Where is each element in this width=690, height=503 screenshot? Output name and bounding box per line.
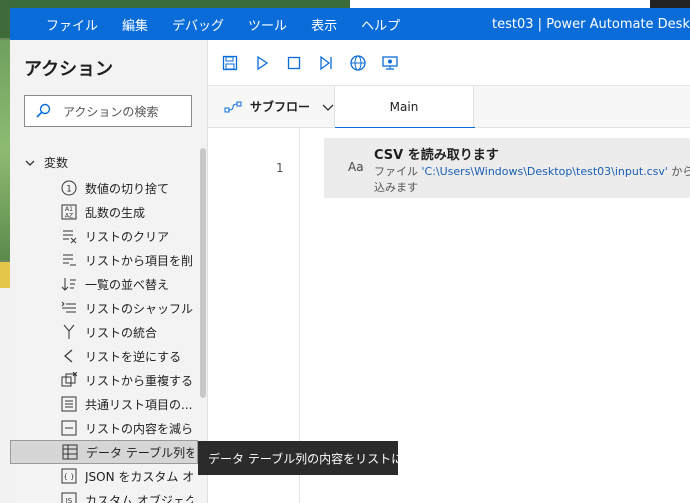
subflow-label: サブフロー: [250, 100, 311, 114]
flow-toolbar: [208, 40, 690, 86]
number-one-icon: 1: [60, 179, 78, 197]
web-recorder-button[interactable]: [348, 53, 368, 73]
subflow-icon: [224, 101, 242, 112]
menu-bar: ファイル 編集 デバッグ ツール 表示 ヘルプ: [46, 15, 424, 34]
step-icon: [320, 55, 332, 70]
action-description-line2: 込みます: [374, 181, 418, 194]
file-path: 'C:\Users\Windows\Desktop\test03\input.c…: [421, 165, 668, 178]
action-item-json-to-custom-object[interactable]: { } JSON をカスタム オ...: [10, 464, 198, 488]
menu-file[interactable]: ファイル: [46, 15, 98, 34]
action-item-clear-list[interactable]: リストのクリア: [10, 224, 198, 248]
json-icon: { }: [60, 467, 78, 485]
action-item-merge-lists[interactable]: リストの統合: [10, 320, 198, 344]
actions-scrollbar[interactable]: [200, 148, 206, 398]
menu-view[interactable]: 表示: [311, 15, 337, 34]
chevron-down-icon: [322, 104, 334, 111]
action-item-reverse-list[interactable]: リストを逆にする: [10, 344, 198, 368]
svg-text:AZ: AZ: [65, 213, 73, 220]
group-label: 変数: [44, 156, 69, 170]
action-item-custom-object[interactable]: JS カスタム オブジェクト...: [10, 488, 198, 503]
datatable-icon: [61, 443, 79, 461]
reverse-icon: [60, 347, 78, 365]
common-items-icon: [60, 395, 78, 413]
shuffle-icon: [60, 299, 78, 317]
merge-icon: [60, 323, 78, 341]
sort-icon: [60, 275, 78, 293]
save-icon: [222, 55, 238, 70]
duplicate-remove-icon: [60, 371, 78, 389]
run-button[interactable]: [252, 53, 272, 73]
list-subtract-icon: [60, 419, 78, 437]
menu-tools[interactable]: ツール: [248, 15, 287, 34]
play-icon: [257, 55, 269, 70]
search-icon: [36, 103, 51, 118]
window-title: test03 | Power Automate Desk: [492, 16, 690, 32]
action-description: ファイル 'C:\Users\Windows\Desktop\test03\in…: [374, 165, 690, 178]
svg-text:1: 1: [66, 185, 72, 195]
text-action-icon: Aa: [348, 160, 364, 174]
title-bar: ファイル 編集 デバッグ ツール 表示 ヘルプ test03 | Power A…: [10, 8, 690, 40]
action-card-read-csv[interactable]: Aa CSV を読み取ります ファイル 'C:\Users\Windows\De…: [324, 138, 690, 198]
desktop-background: [0, 0, 10, 503]
stop-button[interactable]: [284, 53, 304, 73]
action-item-random-number[interactable]: A1 AZ 乱数の生成: [10, 200, 198, 224]
action-item-remove-from-list[interactable]: リストから項目を削除: [10, 248, 198, 272]
random-icon: A1 AZ: [60, 203, 78, 221]
actions-panel: アクション アクションの検索 変数 1 数値の切り捨て A1 AZ 乱数の生成 リ…: [10, 40, 208, 503]
desktop-recorder-button[interactable]: [380, 53, 400, 73]
action-item-shuffle-list[interactable]: リストのシャッフル: [10, 296, 198, 320]
action-item-sort-list[interactable]: 一覧の並べ替え: [10, 272, 198, 296]
action-search-input[interactable]: アクションの検索: [24, 95, 192, 127]
tooltip: データ テーブル列の内容をリストに変換: [198, 441, 427, 475]
search-placeholder: アクションの検索: [63, 104, 159, 119]
menu-debug[interactable]: デバッグ: [172, 15, 224, 34]
action-item-subtract-lists[interactable]: リストの内容を減らす: [10, 416, 198, 440]
action-item-datatable-column-to-list[interactable]: データ テーブル列をリ...: [10, 440, 198, 464]
action-item-remove-duplicates[interactable]: リストから重複する...: [10, 368, 198, 392]
menu-edit[interactable]: 編集: [122, 15, 148, 34]
monitor-icon: [382, 55, 398, 70]
run-next-action-button[interactable]: [316, 53, 336, 73]
svg-text:JS: JS: [65, 497, 73, 503]
tab-bar: サブフロー Main: [208, 86, 690, 129]
menu-help[interactable]: ヘルプ: [361, 15, 400, 34]
group-variables[interactable]: 変数: [24, 154, 68, 171]
tab-main[interactable]: Main: [334, 86, 475, 129]
list-remove-icon: [60, 251, 78, 269]
action-title: CSV を読み取ります: [374, 148, 499, 163]
list-clear-icon: [60, 227, 78, 245]
tab-main-label: Main: [389, 100, 419, 114]
chevron-down-icon: [25, 160, 35, 166]
custom-object-icon: JS: [60, 491, 78, 503]
svg-text:{ }: { }: [63, 473, 74, 481]
line-number: 1: [276, 161, 284, 175]
globe-icon: [350, 54, 366, 71]
actions-panel-title: アクション: [24, 59, 114, 80]
action-item-truncate-number[interactable]: 1 数値の切り捨て: [10, 176, 198, 200]
subflow-dropdown[interactable]: サブフロー: [224, 98, 342, 115]
action-item-common-list-items[interactable]: 共通リスト項目の...: [10, 392, 198, 416]
save-button[interactable]: [220, 53, 240, 73]
stop-icon: [287, 56, 301, 69]
